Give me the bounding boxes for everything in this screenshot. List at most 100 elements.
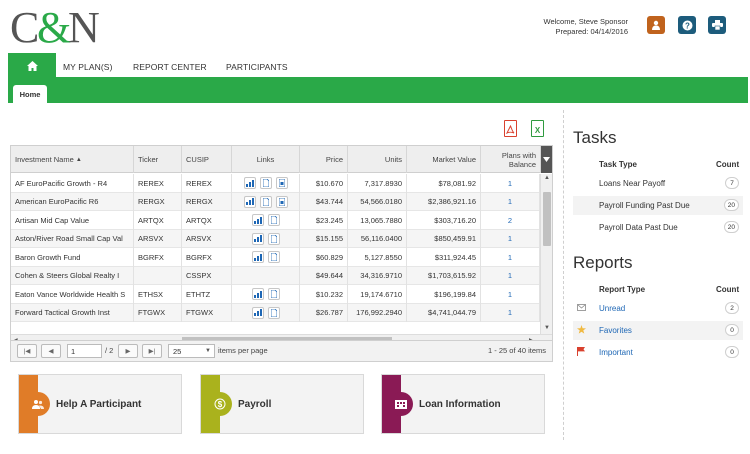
- document-icon[interactable]: [267, 288, 280, 301]
- chart-icon[interactable]: [251, 232, 264, 245]
- col-market-value[interactable]: Market Value: [407, 146, 481, 173]
- cell-units: 176,992.2940: [348, 303, 407, 322]
- cell-plans[interactable]: 1: [481, 266, 540, 285]
- document-icon[interactable]: [267, 306, 280, 319]
- export-excel-button[interactable]: X: [531, 120, 544, 137]
- nav-report-center[interactable]: REPORT CENTER: [133, 62, 207, 72]
- table-row[interactable]: Eaton Vance Worldwide Health S ETHSX ETHTZ…: [11, 285, 540, 304]
- nav-participants[interactable]: PARTICIPANTS: [226, 62, 288, 72]
- cell-price: $43.744: [300, 192, 348, 211]
- vertical-scroll-thumb[interactable]: [543, 192, 551, 246]
- cell-price: $10.670: [300, 174, 348, 193]
- table-row[interactable]: Baron Growth Fund BGRFX BGRFX $60.829 5,127.…: [11, 248, 540, 267]
- first-page-button[interactable]: |◀: [17, 344, 37, 358]
- report-row[interactable]: Important 0: [573, 343, 743, 362]
- cell-plans[interactable]: 1: [481, 248, 540, 267]
- row-label[interactable]: Unread: [599, 304, 625, 313]
- cell-plans[interactable]: 1: [481, 285, 540, 304]
- col-units[interactable]: Units: [348, 146, 407, 173]
- chart-icon[interactable]: [251, 251, 264, 264]
- page-number-input[interactable]: 1: [67, 344, 102, 358]
- export-pdf-button[interactable]: [504, 120, 517, 137]
- help-button[interactable]: ?: [678, 16, 696, 34]
- table-row[interactable]: Cohen & Steers Global Realty I CSSPX $49.6…: [11, 266, 540, 285]
- cell-units: 7,317.8930: [348, 174, 407, 193]
- main-nav: MY PLAN(S) REPORT CENTER PARTICIPANTS: [0, 53, 750, 78]
- column-menu-button[interactable]: [541, 146, 552, 173]
- cell-name: Cohen & Steers Global Realty I: [11, 266, 134, 285]
- prev-page-button[interactable]: ◀: [41, 344, 61, 358]
- svg-text:N: N: [68, 6, 100, 48]
- document-icon[interactable]: [259, 177, 272, 190]
- count-badge: 20: [723, 199, 739, 211]
- document-icon[interactable]: [259, 195, 272, 208]
- table-row[interactable]: Forward Tactical Growth Inst FTGWX FTGWX $2…: [11, 303, 540, 322]
- table-row[interactable]: Artisan Mid Cap Value ARTQX ARTQX $23.245 13…: [11, 211, 540, 230]
- tasks-col-count: Count: [716, 160, 740, 169]
- cell-plans[interactable]: 1: [481, 303, 540, 322]
- vertical-scrollbar[interactable]: ▲ ▼: [540, 174, 552, 334]
- nav-home-tab[interactable]: [8, 53, 56, 78]
- document-icon[interactable]: [267, 251, 280, 264]
- col-links[interactable]: Links: [232, 146, 300, 173]
- cell-plans[interactable]: 2: [481, 211, 540, 230]
- grid-body: AF EuroPacific Growth - R4 REREX REREX $10.…: [11, 174, 540, 334]
- task-row[interactable]: Loans Near Payoff 7: [573, 174, 743, 193]
- cell-ticker: BGRFX: [134, 248, 182, 267]
- page-size-select[interactable]: 25 ▼: [168, 344, 215, 358]
- table-row[interactable]: Aston/River Road Small Cap Val ARSVX ARSVX…: [11, 229, 540, 248]
- cell-ticker: FTGWX: [134, 303, 182, 322]
- row-label[interactable]: Favorites: [599, 326, 632, 335]
- cell-units: 34,316.9710: [348, 266, 407, 285]
- building-icon: [389, 392, 413, 416]
- col-ticker[interactable]: Ticker: [134, 146, 182, 173]
- row-label[interactable]: Important: [599, 348, 633, 357]
- cell-units: 54,566.0180: [348, 192, 407, 211]
- subtab-home[interactable]: Home: [13, 85, 47, 103]
- report-icon[interactable]: [275, 195, 288, 208]
- next-page-button[interactable]: ▶: [118, 344, 138, 358]
- prepared-date: Prepared: 04/14/2016: [555, 27, 628, 36]
- nav-my-plans[interactable]: MY PLAN(S): [63, 62, 113, 72]
- cell-ticker: ETHSX: [134, 285, 182, 304]
- chart-icon[interactable]: [243, 177, 256, 190]
- cell-cusip: ARSVX: [182, 229, 232, 248]
- last-page-button[interactable]: ▶|: [142, 344, 162, 358]
- col-cusip[interactable]: CUSIP: [182, 146, 232, 173]
- chart-icon[interactable]: [251, 306, 264, 319]
- tile-help-a-participant[interactable]: Help A Participant: [18, 374, 182, 434]
- chart-icon[interactable]: [251, 288, 264, 301]
- cell-ticker: ARSVX: [134, 229, 182, 248]
- cell-plans[interactable]: 1: [481, 174, 540, 193]
- cell-plans[interactable]: 1: [481, 229, 540, 248]
- table-row[interactable]: AF EuroPacific Growth - R4 REREX REREX $10.…: [11, 174, 540, 193]
- cell-plans[interactable]: 1: [481, 192, 540, 211]
- table-row[interactable]: American EuroPacific R6 RERGX RERGX $43.744…: [11, 192, 540, 211]
- col-plans-with-balance[interactable]: Plans with Balance: [481, 146, 541, 173]
- cell-value: $2,386,921.16: [407, 192, 481, 211]
- scroll-down-icon[interactable]: ▼: [544, 325, 550, 331]
- tile-payroll[interactable]: $ Payroll: [200, 374, 364, 434]
- task-row[interactable]: Payroll Funding Past Due 20: [573, 196, 743, 215]
- task-row[interactable]: Payroll Data Past Due 20: [573, 218, 743, 237]
- col-investment-name[interactable]: Investment Name ▲: [11, 146, 134, 173]
- cell-cusip: ETHTZ: [182, 285, 232, 304]
- tile-loan-information[interactable]: Loan Information: [381, 374, 545, 434]
- cell-name: Aston/River Road Small Cap Val: [11, 229, 134, 248]
- user-profile-button[interactable]: [647, 16, 665, 34]
- report-row[interactable]: Unread 2: [573, 299, 743, 318]
- page-size-value: 25: [173, 346, 182, 356]
- cell-links: [232, 229, 300, 248]
- col-price[interactable]: Price: [300, 146, 348, 173]
- print-button[interactable]: [708, 16, 726, 34]
- pdf-icon: [506, 125, 515, 135]
- svg-text:?: ?: [685, 21, 690, 30]
- scroll-up-icon[interactable]: ▲: [544, 175, 550, 181]
- document-icon[interactable]: [267, 232, 280, 245]
- chart-icon[interactable]: [243, 195, 256, 208]
- cell-price: $26.787: [300, 303, 348, 322]
- chart-icon[interactable]: [251, 214, 264, 227]
- document-icon[interactable]: [267, 214, 280, 227]
- report-row[interactable]: Favorites 0: [573, 321, 743, 340]
- report-icon[interactable]: [275, 177, 288, 190]
